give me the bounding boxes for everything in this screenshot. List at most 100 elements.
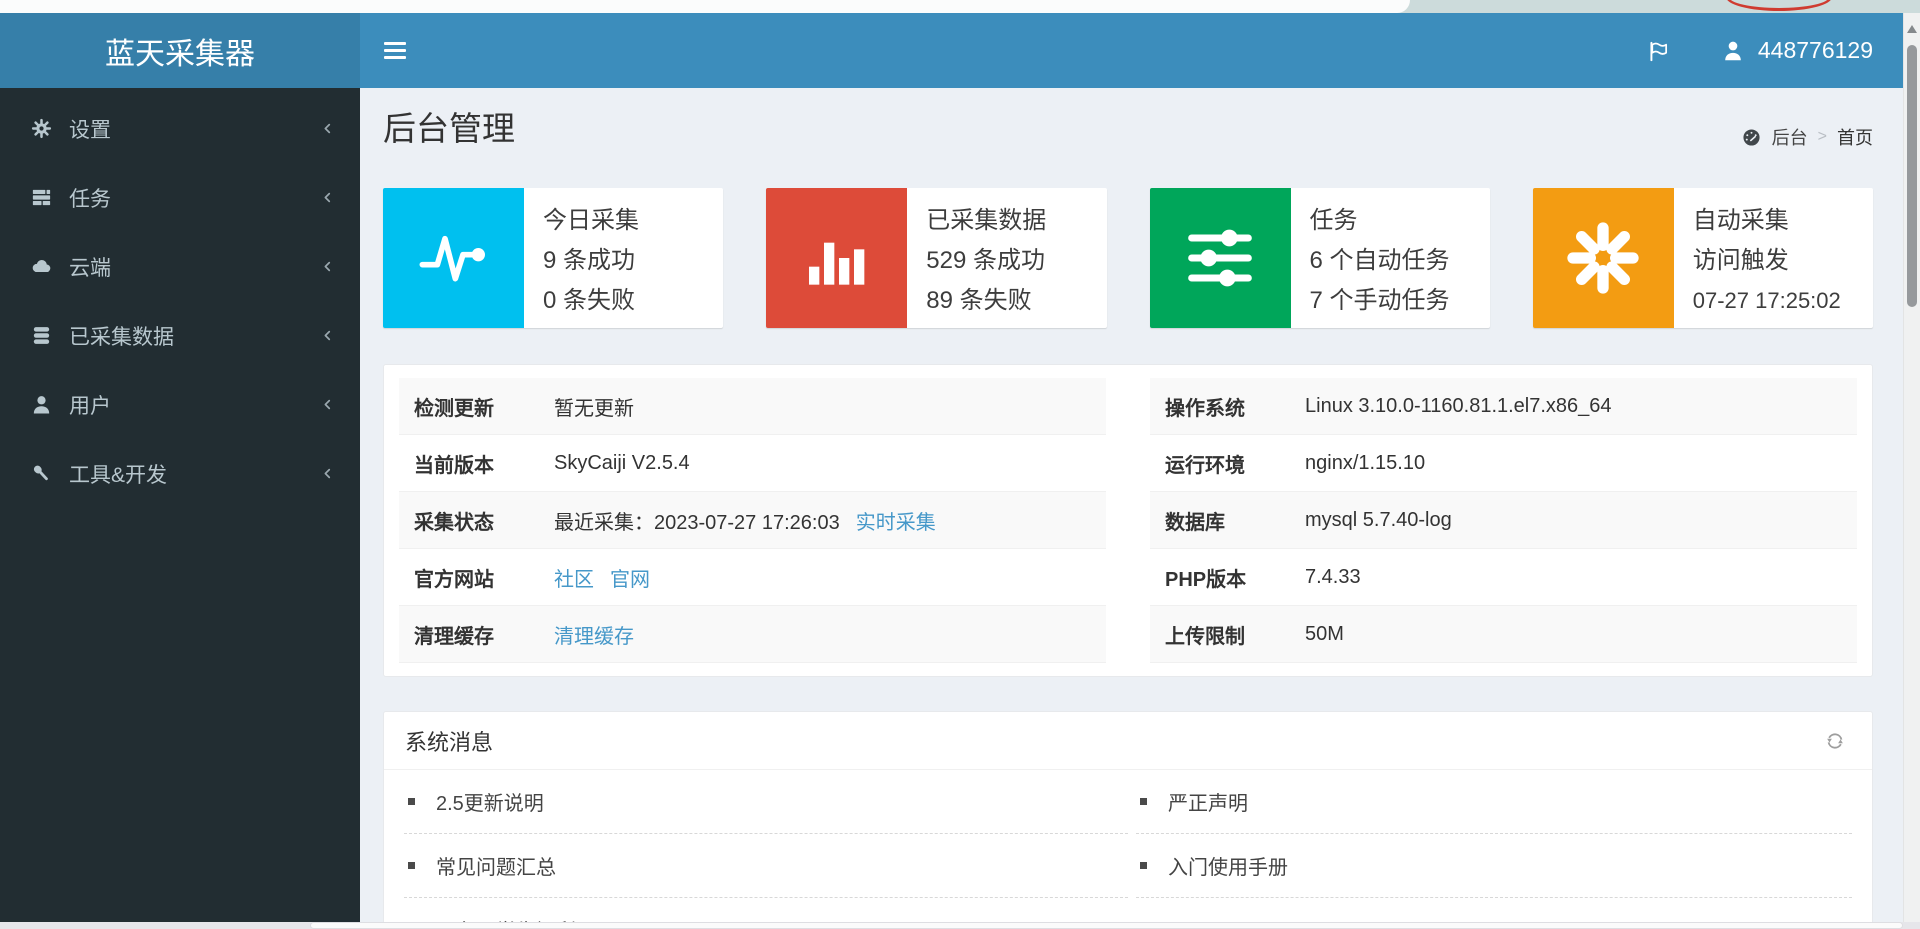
info-row-label: 检测更新 bbox=[414, 397, 494, 420]
stat-card-body: 自动采集 访问触发 07-27 17:25:02 bbox=[1674, 188, 1849, 328]
bar-chart-icon bbox=[797, 218, 877, 298]
sidebar-item-collected-data[interactable]: 已采集数据 bbox=[0, 301, 360, 370]
stat-card-line: 6 个自动任务 bbox=[1309, 247, 1450, 274]
bullet-icon bbox=[1140, 798, 1147, 805]
info-value-text: 50M bbox=[1305, 622, 1344, 645]
sidebar-item-tools-dev[interactable]: 工具&开发 bbox=[0, 439, 360, 508]
chevron-left-icon bbox=[319, 327, 336, 344]
refresh-icon[interactable] bbox=[1824, 730, 1846, 752]
message-item-label: 2.5更新说明 bbox=[436, 793, 544, 815]
info-row: 上传限制 50M bbox=[1150, 606, 1857, 663]
info-row-label: 上传限制 bbox=[1165, 625, 1245, 648]
info-row-value: 社区 官网 bbox=[539, 563, 650, 592]
info-row: 操作系统 Linux 3.10.0-1160.81.1.el7.x86_64 bbox=[1150, 378, 1857, 435]
user-menu[interactable]: 448776129 bbox=[1720, 37, 1873, 64]
message-item[interactable]: 服务器学生福利 bbox=[404, 898, 1128, 922]
info-value-text: 暂无更新 bbox=[554, 397, 634, 420]
info-value-link[interactable]: 官网 bbox=[610, 563, 650, 592]
message-item[interactable]: 严正声明 bbox=[1136, 770, 1852, 834]
horizontal-scrollbar[interactable] bbox=[0, 922, 1920, 929]
breadcrumb: 后台 > 首页 bbox=[1741, 124, 1873, 150]
pulse-icon bbox=[414, 218, 494, 298]
info-value-text: 7.4.33 bbox=[1305, 565, 1361, 588]
sidebar-item-users[interactable]: 用户 bbox=[0, 370, 360, 439]
content-area: 后台管理 后台 > 首页 今日采集 9 条成功 0 条失败 已采集数据 529 条成功 8… bbox=[360, 88, 1903, 922]
sidebar-item-label: 已采集数据 bbox=[69, 325, 174, 349]
sidebar-item-label: 任务 bbox=[69, 187, 111, 211]
info-row: PHP版本 7.4.33 bbox=[1150, 549, 1857, 606]
breadcrumb-separator: > bbox=[1817, 128, 1827, 145]
gear-icon bbox=[30, 117, 53, 140]
annotation-ellipse bbox=[1726, 0, 1832, 11]
tasks-icon bbox=[30, 186, 53, 209]
bullet-icon bbox=[408, 862, 415, 869]
stat-card-title: 任务 bbox=[1309, 207, 1358, 234]
person-icon bbox=[1720, 38, 1746, 64]
system-messages-title: 系统消息 bbox=[405, 729, 494, 755]
vertical-scrollbar-thumb[interactable] bbox=[1907, 45, 1917, 307]
chevron-left-icon bbox=[319, 258, 336, 275]
dashboard-icon bbox=[1741, 127, 1762, 148]
sidebar-item-label: 工具&开发 bbox=[69, 463, 168, 487]
info-row-value: 最近采集：2023-07-27 17:26:03 实时采集 bbox=[539, 506, 936, 535]
app-logo[interactable]: 蓝天采集器 bbox=[0, 13, 360, 88]
info-row: 采集状态 最近采集：2023-07-27 17:26:03 实时采集 bbox=[399, 492, 1106, 549]
cloud-icon bbox=[30, 255, 53, 278]
sidebar-item-label: 用户 bbox=[69, 394, 111, 418]
info-value-link[interactable]: 实时采集 bbox=[856, 506, 936, 535]
stat-card-line: 529 条成功 bbox=[926, 247, 1045, 274]
chevron-left-icon bbox=[319, 120, 336, 137]
message-item-label: 服务器学生福利 bbox=[436, 915, 576, 922]
system-messages-header: 系统消息 bbox=[384, 712, 1872, 770]
info-value-text: SkyCaiji V2.5.4 bbox=[554, 451, 690, 474]
scrollbar-up-arrow-icon[interactable] bbox=[1907, 25, 1917, 33]
stat-card-line: 访问触发 bbox=[1692, 247, 1789, 274]
info-value-text: nginx/1.15.10 bbox=[1305, 451, 1426, 474]
stat-card-body: 今日采集 9 条成功 0 条失败 bbox=[524, 188, 647, 328]
sliders-icon bbox=[1180, 218, 1260, 298]
info-row-value: 50M bbox=[1290, 623, 1344, 646]
stat-card-line: 7 个手动任务 bbox=[1309, 287, 1450, 314]
info-row-label: 当前版本 bbox=[414, 454, 494, 477]
user-id: 448776129 bbox=[1757, 37, 1873, 63]
message-item[interactable]: 2.5更新说明 bbox=[404, 770, 1128, 834]
stat-card-line: 07-27 17:25:02 bbox=[1692, 288, 1841, 313]
info-row-value: 7.4.33 bbox=[1290, 566, 1361, 589]
navbar-right: 448776129 bbox=[1646, 37, 1873, 64]
info-value-link[interactable]: 清理缓存 bbox=[554, 620, 634, 649]
stat-card-title: 今日采集 bbox=[543, 207, 639, 234]
stat-card-today-collection: 今日采集 9 条成功 0 条失败 bbox=[383, 188, 724, 328]
bullet-icon bbox=[408, 798, 415, 805]
info-row-label: 运行环境 bbox=[1165, 454, 1245, 477]
sidebar-item-label: 云端 bbox=[69, 256, 111, 280]
asterisk-icon bbox=[1563, 218, 1643, 298]
info-row-label: 清理缓存 bbox=[414, 625, 494, 648]
sidebar-toggle-button[interactable] bbox=[384, 38, 408, 63]
stat-card-line: 9 条成功 bbox=[543, 247, 636, 274]
info-row: 官方网站 社区 官网 bbox=[399, 549, 1106, 606]
horizontal-scrollbar-thumb[interactable] bbox=[310, 922, 1903, 929]
info-row-value: nginx/1.15.10 bbox=[1290, 452, 1425, 475]
stat-card-iconbox bbox=[766, 188, 908, 328]
info-value-link[interactable]: 社区 bbox=[554, 563, 594, 592]
info-value-text: mysql 5.7.40-log bbox=[1305, 508, 1452, 531]
info-value-text: 最近采集：2023-07-27 17:26:03 bbox=[554, 511, 840, 534]
stat-card-auto-collection: 自动采集 访问触发 07-27 17:25:02 bbox=[1532, 188, 1873, 328]
sidebar-item-cloud[interactable]: 云端 bbox=[0, 232, 360, 301]
message-item[interactable]: 入门使用手册 bbox=[1136, 834, 1852, 898]
bullet-icon bbox=[1140, 862, 1147, 869]
breadcrumb-root-link[interactable]: 后台 bbox=[1772, 124, 1808, 150]
info-row-value: SkyCaiji V2.5.4 bbox=[539, 452, 690, 475]
info-row: 检测更新 暂无更新 bbox=[399, 378, 1106, 435]
info-value-text: Linux 3.10.0-1160.81.1.el7.x86_64 bbox=[1305, 394, 1612, 417]
info-row-label: PHP版本 bbox=[1165, 568, 1247, 591]
info-row-value: Linux 3.10.0-1160.81.1.el7.x86_64 bbox=[1290, 395, 1612, 418]
info-row-value: mysql 5.7.40-log bbox=[1290, 509, 1452, 532]
sidebar-item-tasks[interactable]: 任务 bbox=[0, 163, 360, 232]
message-item[interactable]: 常见问题汇总 bbox=[404, 834, 1128, 898]
flag-icon[interactable] bbox=[1646, 38, 1672, 64]
top-navbar: 448776129 bbox=[360, 13, 1903, 88]
info-row: 运行环境 nginx/1.15.10 bbox=[1150, 435, 1857, 492]
sidebar-item-settings[interactable]: 设置 bbox=[0, 94, 360, 163]
vertical-scrollbar[interactable] bbox=[1903, 13, 1920, 922]
